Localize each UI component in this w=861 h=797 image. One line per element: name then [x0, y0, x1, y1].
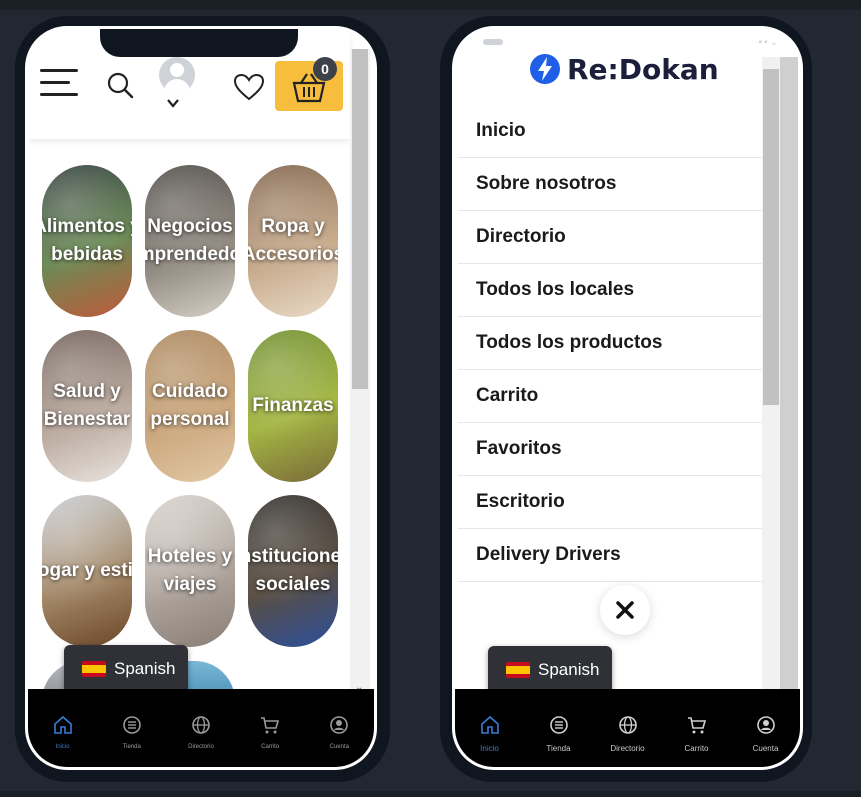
bottom-navigation: Inicio Tienda Directorio Carrito Cuenta [455, 689, 800, 767]
category-label: Hoteles y viajes [147, 546, 233, 595]
phone-notch [100, 29, 298, 57]
menu-item[interactable]: Delivery Drivers [458, 529, 763, 582]
menu-item[interactable]: Escritorio [458, 476, 763, 529]
category-label: Negocios Emprendedores [145, 216, 235, 265]
category-tile[interactable]: Alimentos y bebidas [42, 165, 132, 317]
close-menu-button[interactable] [600, 585, 650, 635]
menu-item[interactable]: Directorio [458, 211, 763, 264]
cart-button[interactable]: 0 [275, 57, 343, 111]
nav-item-label: Carrito [261, 744, 280, 750]
logo-text: Re:Dokan [567, 52, 719, 86]
menu-item[interactable]: Todos los locales [458, 264, 763, 317]
menu-scrollbar[interactable] [762, 57, 780, 707]
nav-item-carrito[interactable]: Carrito [240, 715, 300, 750]
right-phone-screen: ▪▪⌄ Re:Dokan Inicio Sobre nosotros Directo… [452, 26, 803, 770]
cart-icon [687, 715, 707, 740]
menu-icon[interactable] [40, 69, 80, 97]
nav-item-cuenta[interactable]: Cuenta [309, 715, 369, 750]
category-tile[interactable]: Cuidado personal [145, 330, 235, 482]
category-label: Instituciones sociales [248, 546, 338, 595]
nav-item-label: Carrito [684, 744, 709, 753]
category-label: Hogar y estilo [42, 560, 132, 581]
language-switcher[interactable]: Spanish [488, 646, 612, 694]
nav-item-label: Inicio [55, 744, 70, 750]
bolt-logo-icon [530, 54, 560, 84]
left-phone-frame: 0 ⌄ Alimentos y bebidas Negocios Emprende… [15, 16, 390, 782]
spain-flag-icon [506, 662, 530, 678]
spain-flag-icon [82, 661, 106, 677]
category-label: Finanzas [252, 395, 334, 416]
navigation-menu: Inicio Sobre nosotros Directorio Todos los … [458, 105, 763, 582]
nav-item-label: Tienda [546, 744, 571, 753]
menu-item[interactable]: Favoritos [458, 423, 763, 476]
bottom-edge [0, 791, 861, 797]
nav-item-label: Inicio [480, 744, 499, 753]
chevron-down-icon[interactable] [165, 97, 181, 109]
nav-item-tienda[interactable]: Tienda [529, 715, 589, 753]
category-tile[interactable]: Salud y Bienestar [42, 330, 132, 482]
left-phone-screen: 0 ⌄ Alimentos y bebidas Negocios Emprende… [25, 26, 377, 770]
list-icon [549, 715, 569, 740]
category-label: Salud y Bienestar [43, 381, 131, 430]
scrollbar-thumb[interactable] [763, 69, 779, 405]
account-icon [756, 715, 776, 740]
category-label: Alimentos y bebidas [42, 216, 132, 265]
nav-item-label: Directorio [610, 744, 645, 753]
nav-item-label: Cuenta [752, 744, 779, 753]
right-phone-frame: ▪▪⌄ Re:Dokan Inicio Sobre nosotros Directo… [440, 16, 812, 782]
nav-item-directorio[interactable]: Directorio [598, 715, 658, 753]
nav-item-directorio[interactable]: Directorio [171, 715, 231, 750]
menu-item[interactable]: Carrito [458, 370, 763, 423]
page-scrollbar[interactable] [780, 57, 798, 707]
menu-item[interactable]: Sobre nosotros [458, 158, 763, 211]
status-icons: ▪▪⌄ [758, 37, 780, 48]
avatar[interactable] [159, 57, 195, 93]
page-scrollbar[interactable]: ⌄ [350, 49, 370, 695]
top-edge [0, 0, 861, 10]
category-tile[interactable]: Hoteles y viajes [145, 495, 235, 647]
cart-icon [260, 715, 280, 740]
menu-item[interactable]: Todos los productos [458, 317, 763, 370]
nav-item-cuenta[interactable]: Cuenta [736, 715, 796, 753]
language-label: Spanish [538, 660, 600, 679]
nav-item-inicio[interactable]: Inicio [460, 715, 520, 753]
nav-item-inicio[interactable]: Inicio [33, 715, 93, 750]
language-label: Spanish [114, 659, 176, 678]
nav-item-label: Cuenta [329, 744, 350, 750]
category-tile[interactable]: Instituciones sociales [248, 495, 338, 647]
heart-icon[interactable] [233, 73, 265, 101]
account-icon [329, 715, 349, 740]
search-icon[interactable] [106, 71, 134, 99]
list-icon [122, 715, 142, 740]
scrollbar-thumb[interactable] [352, 49, 368, 389]
category-tile[interactable]: Hogar y estilo [42, 495, 132, 647]
nav-item-carrito[interactable]: Carrito [667, 715, 727, 753]
bottom-navigation: Inicio Tienda Directorio Carrito Cuenta [28, 689, 374, 767]
nav-item-label: Directorio [188, 744, 214, 750]
status-indicator [483, 39, 503, 45]
nav-item-label: Tienda [122, 744, 141, 750]
menu-item[interactable]: Inicio [458, 105, 763, 158]
category-tile[interactable]: Ropa y Accesorios [248, 165, 338, 317]
redokan-logo[interactable]: Re:Dokan [529, 49, 719, 89]
category-tile[interactable]: Negocios Emprendedores [145, 165, 235, 317]
cart-count-badge: 0 [313, 57, 337, 81]
category-label: Cuidado personal [150, 381, 230, 430]
home-icon [53, 715, 73, 740]
globe-icon [191, 715, 211, 740]
close-icon [616, 601, 634, 619]
globe-icon [618, 715, 638, 740]
category-label: Ropa y Accesorios [248, 216, 338, 265]
language-switcher[interactable]: Spanish [64, 645, 188, 693]
home-icon [480, 715, 500, 740]
category-tile[interactable]: Finanzas [248, 330, 338, 482]
nav-item-tienda[interactable]: Tienda [102, 715, 162, 750]
